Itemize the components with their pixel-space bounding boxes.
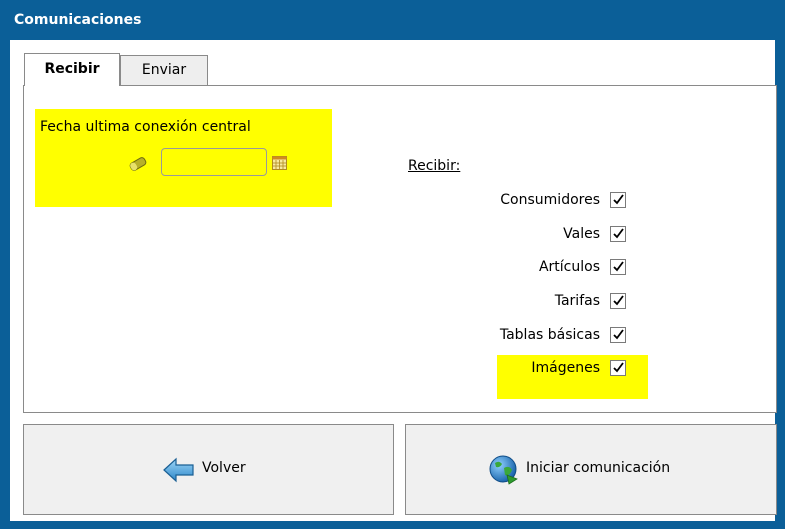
tab-panel-recibir: Fecha ultima conexión central Recibir: C… <box>23 85 777 413</box>
tab-recibir[interactable]: Recibir <box>24 53 120 86</box>
checkbox-tablas-basicas[interactable] <box>610 327 626 343</box>
iniciar-comunicacion-button[interactable]: Iniciar comunicación <box>405 424 777 515</box>
option-label: Artículos <box>538 259 600 275</box>
option-label: Tablas básicas <box>499 327 600 343</box>
option-label: Consumidores <box>500 192 600 208</box>
iniciar-label: Iniciar comunicación <box>526 460 671 476</box>
checkbox-tarifas[interactable] <box>610 293 626 309</box>
back-arrow-icon <box>163 457 195 487</box>
recibir-heading: Recibir: <box>408 158 461 174</box>
window-client-area: Recibir Enviar Fecha ultima conexión cen… <box>10 40 777 521</box>
tab-enviar[interactable]: Enviar <box>120 55 208 85</box>
communications-window: Comunicaciones Recibir Enviar Fecha ulti… <box>0 0 785 529</box>
fecha-label: Fecha ultima conexión central <box>40 119 251 135</box>
volver-button[interactable]: Volver <box>23 424 394 515</box>
calendar-icon[interactable] <box>272 155 287 170</box>
option-label: Tarifas <box>554 293 600 309</box>
fecha-input[interactable] <box>161 148 267 176</box>
window-title: Comunicaciones <box>14 12 142 28</box>
option-label: Vales <box>563 226 600 242</box>
eraser-icon[interactable] <box>128 156 148 171</box>
volver-label: Volver <box>202 460 246 476</box>
checkbox-consumidores[interactable] <box>610 192 626 208</box>
option-label: Imágenes <box>531 360 600 376</box>
checkbox-imagenes[interactable] <box>610 360 626 376</box>
globe-icon <box>489 455 519 489</box>
checkbox-articulos[interactable] <box>610 259 626 275</box>
checkbox-vales[interactable] <box>610 226 626 242</box>
